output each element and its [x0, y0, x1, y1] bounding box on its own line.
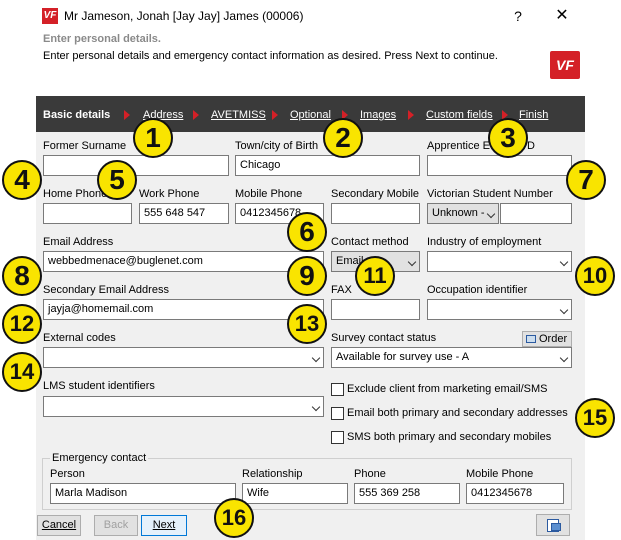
callout-14: 14 — [2, 352, 42, 392]
occupation-label: Occupation identifier — [427, 284, 528, 296]
survey-status-label: Survey contact status — [331, 332, 437, 344]
chevron-down-icon — [559, 353, 569, 363]
nav-basic-details[interactable]: Basic details — [43, 109, 110, 121]
callout-15: 15 — [575, 398, 615, 438]
callout-12: 12 — [2, 304, 42, 344]
print-button[interactable] — [536, 514, 570, 536]
callout-13: 13 — [287, 304, 327, 344]
secondary-email-input[interactable]: jayja@homemail.com — [43, 299, 324, 320]
ec-mobile-label: Mobile Phone — [466, 468, 534, 480]
survey-status-select[interactable]: Available for survey use - A — [331, 347, 572, 368]
nav-finish[interactable]: Finish — [519, 109, 548, 121]
secondary-email-label: Secondary Email Address — [43, 284, 169, 296]
callout-2: 2 — [323, 118, 363, 158]
email-label: Email Address — [43, 236, 114, 248]
print-icon-overlay — [551, 523, 561, 531]
nav-arrow-icon — [124, 110, 130, 120]
nav-arrow-icon — [408, 110, 414, 120]
ec-relationship-label: Relationship — [242, 468, 303, 480]
home-phone-input[interactable] — [43, 203, 132, 224]
email-both-label: Email both primary and secondary address… — [347, 407, 568, 419]
callout-7: 7 — [566, 160, 606, 200]
window-title: Mr Jameson, Jonah [Jay Jay] James (00006… — [64, 9, 304, 23]
town-of-birth-label: Town/city of Birth — [235, 140, 319, 152]
occupation-select[interactable] — [427, 299, 572, 320]
former-surname-label: Former Surname — [43, 140, 127, 152]
order-button[interactable]: Order — [522, 331, 572, 347]
back-button[interactable]: Back — [94, 515, 138, 536]
order-label: Order — [539, 333, 568, 345]
town-of-birth-input[interactable]: Chicago — [235, 155, 420, 176]
sms-both-label: SMS both primary and secondary mobiles — [347, 431, 552, 443]
exclude-marketing-label: Exclude client from marketing email/SMS — [347, 383, 548, 395]
emergency-legend: Emergency contact — [50, 452, 149, 464]
vsn-status-value: Unknown - — [432, 207, 485, 219]
nav-images[interactable]: Images — [360, 109, 396, 121]
nav-arrow-icon — [193, 110, 199, 120]
apprentice-label-end: D — [527, 140, 535, 152]
nav-custom-fields[interactable]: Custom fields — [426, 109, 493, 121]
callout-5: 5 — [97, 160, 137, 200]
callout-8: 8 — [2, 256, 42, 296]
apprentice-input[interactable] — [427, 155, 572, 176]
secondary-mobile-input[interactable] — [331, 203, 420, 224]
callout-10: 10 — [575, 256, 615, 296]
work-phone-label: Work Phone — [139, 188, 200, 200]
vsn-status-select[interactable]: Unknown - — [427, 203, 499, 224]
sms-both-checkbox[interactable] — [331, 431, 344, 444]
brand-logo-icon: VF — [550, 51, 580, 79]
industry-label: Industry of employment — [427, 236, 542, 248]
lms-ids-select[interactable] — [43, 396, 324, 417]
mobile-phone-label: Mobile Phone — [235, 188, 303, 200]
header-subtitle: Enter personal details and emergency con… — [43, 50, 498, 62]
secondary-mobile-label: Secondary Mobile — [331, 188, 420, 200]
callout-11: 11 — [355, 256, 395, 296]
email-both-checkbox[interactable] — [331, 407, 344, 420]
chevron-down-icon — [486, 209, 496, 219]
chevron-down-icon — [311, 353, 321, 363]
callout-1: 1 — [133, 118, 173, 158]
industry-select[interactable] — [427, 251, 572, 272]
chevron-down-icon — [311, 402, 321, 412]
chevron-down-icon — [559, 257, 569, 267]
chevron-down-icon — [407, 257, 417, 267]
apprentice-label: Apprentice E — [427, 140, 490, 152]
ec-phone-input[interactable]: 555 369 258 — [354, 483, 460, 504]
home-phone-label: Home Phone — [43, 188, 108, 200]
ec-mobile-input[interactable]: 0412345678 — [466, 483, 564, 504]
next-button[interactable]: Next — [141, 515, 187, 536]
vsn-input[interactable] — [500, 203, 572, 224]
nav-optional[interactable]: Optional — [290, 109, 331, 121]
fax-input[interactable] — [331, 299, 420, 320]
victorian-student-number-label: Victorian Student Number — [427, 188, 553, 200]
callout-9: 9 — [287, 256, 327, 296]
external-codes-label: External codes — [43, 332, 116, 344]
ec-person-input[interactable]: Marla Madison — [50, 483, 236, 504]
callout-6: 6 — [287, 212, 327, 252]
nav-avetmiss[interactable]: AVETMISS — [211, 109, 266, 121]
survey-status-value: Available for survey use - A — [336, 351, 470, 363]
list-icon — [526, 335, 536, 343]
app-logo-icon: VF — [42, 8, 58, 24]
callout-4: 4 — [2, 160, 42, 200]
external-codes-select[interactable] — [43, 347, 324, 368]
header-title: Enter personal details. — [43, 33, 161, 45]
callout-3: 3 — [488, 118, 528, 158]
lms-ids-label: LMS student identifiers — [43, 380, 155, 392]
chevron-down-icon — [559, 305, 569, 315]
nav-arrow-icon — [272, 110, 278, 120]
fax-label: FAX — [331, 284, 352, 296]
work-phone-input[interactable]: 555 648 547 — [139, 203, 229, 224]
ec-phone-label: Phone — [354, 468, 386, 480]
exclude-marketing-checkbox[interactable] — [331, 383, 344, 396]
email-input[interactable]: webbedmenace@buglenet.com — [43, 251, 324, 272]
ec-relationship-input[interactable]: Wife — [242, 483, 348, 504]
close-button[interactable]: ✕ — [552, 6, 572, 26]
help-button[interactable]: ? — [508, 6, 528, 26]
callout-16: 16 — [214, 498, 254, 538]
contact-method-label: Contact method — [331, 236, 409, 248]
cancel-button[interactable]: Cancel — [37, 515, 81, 536]
ec-person-label: Person — [50, 468, 85, 480]
